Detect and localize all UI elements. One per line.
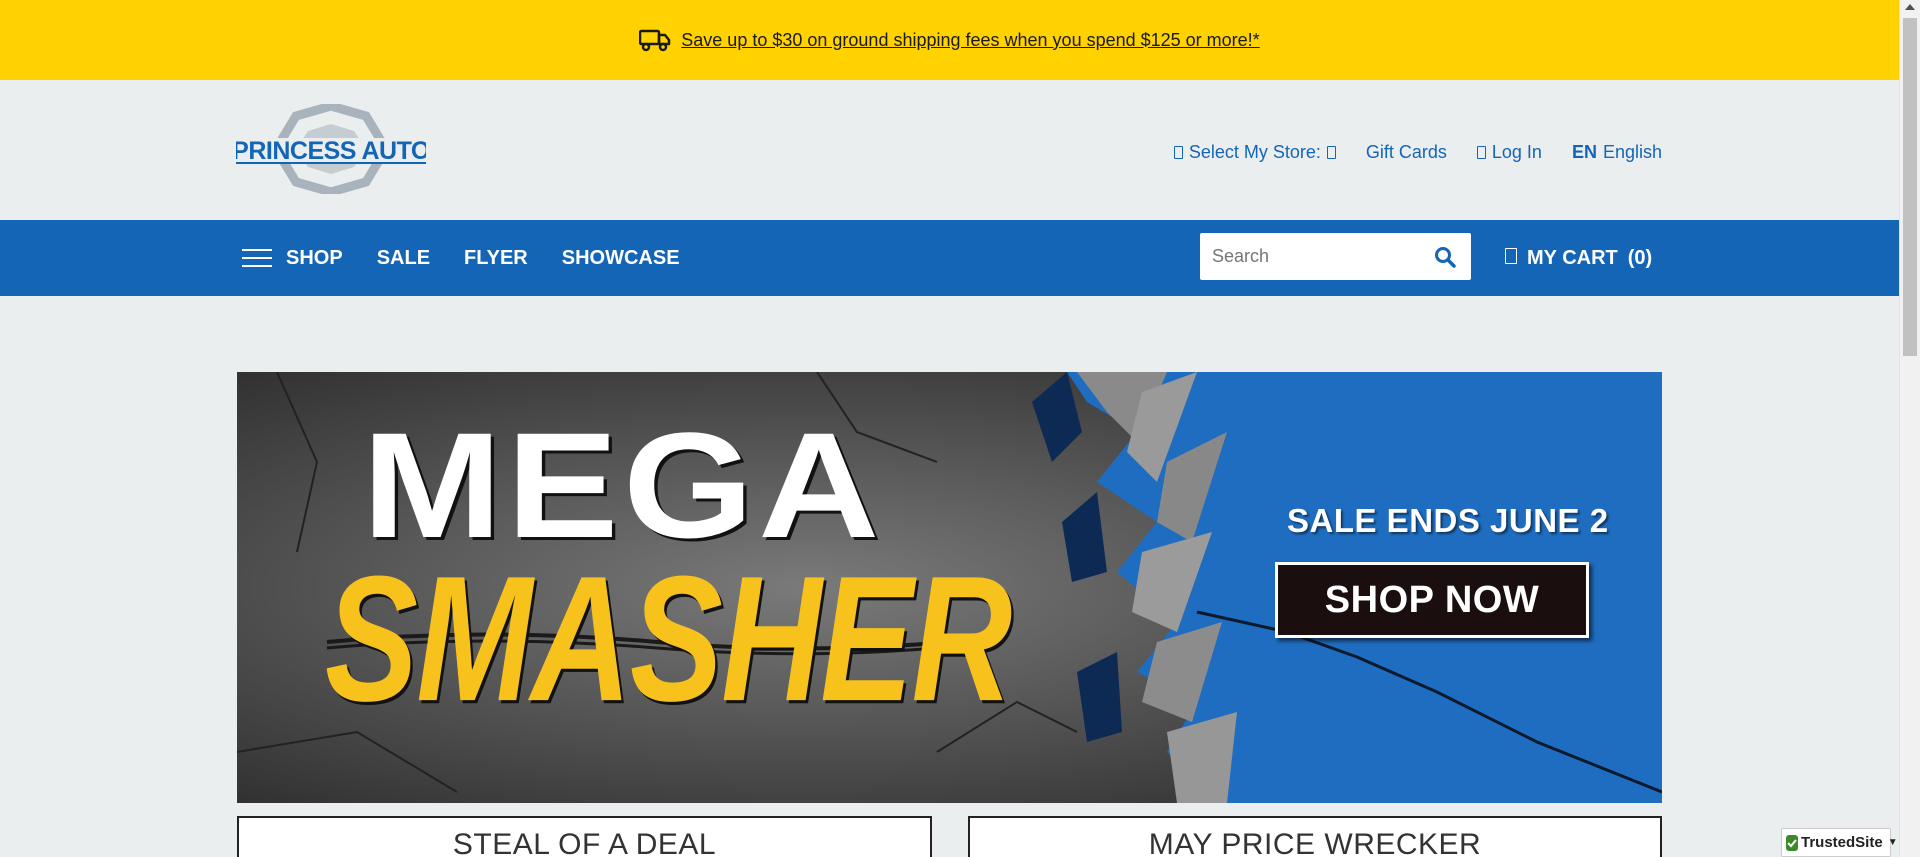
checkmark-icon xyxy=(1786,834,1798,851)
cart-icon xyxy=(1505,248,1517,264)
scrollbar-thumb[interactable] xyxy=(1903,18,1917,356)
chevron-down-icon xyxy=(1326,146,1336,159)
trustedsite-label: TrustedSite xyxy=(1801,834,1883,851)
promo-content: Save up to $30 on ground shipping fees w… xyxy=(639,28,1260,52)
store-icon xyxy=(1173,146,1183,159)
trustedsite-badge[interactable]: TrustedSite ▼ xyxy=(1781,828,1898,857)
promo-card-steal-of-a-deal[interactable]: STEAL OF A DEAL xyxy=(237,816,932,857)
sale-ends-text: SALE ENDS JUNE 2 xyxy=(1287,502,1609,539)
search-input[interactable] xyxy=(1200,233,1425,280)
promo-bar: Save up to $30 on ground shipping fees w… xyxy=(0,0,1899,80)
nav-shop-label: SHOP xyxy=(286,246,343,269)
hero-headline-bottom: SMASHER xyxy=(325,539,1012,739)
search-icon xyxy=(1435,246,1456,268)
lang-code: EN xyxy=(1571,142,1597,162)
select-store-label: Select My Store: xyxy=(1188,142,1321,162)
language-switch[interactable]: EN English xyxy=(1572,142,1662,163)
nav-links: SHOP SALE FLYER SHOWCASE xyxy=(242,220,680,296)
nav-showcase[interactable]: SHOWCASE xyxy=(562,247,680,270)
user-icon xyxy=(1476,146,1486,159)
hero-headline-top: MEGA xyxy=(362,401,884,569)
princess-auto-logo[interactable]: PRINCESS AUTO xyxy=(232,101,430,197)
caret-down-icon: ▼ xyxy=(1887,837,1898,848)
utility-nav: Select My Store: Gift Cards Log In EN En… xyxy=(1173,142,1662,163)
nav-shop[interactable]: SHOP xyxy=(242,247,343,270)
scroll-up-arrow-icon[interactable] xyxy=(1905,4,1915,10)
cart-count: (0) xyxy=(1627,246,1653,269)
logo-text: PRINCESS AUTO xyxy=(236,137,426,165)
nav-sale[interactable]: SALE xyxy=(377,247,430,270)
main-nav: SHOP SALE FLYER SHOWCASE MY CART (0) xyxy=(0,220,1899,296)
hamburger-menu-icon xyxy=(242,248,272,268)
login-label: Log In xyxy=(1491,142,1542,162)
login-link[interactable]: Log In xyxy=(1476,142,1542,163)
shipping-promo-link[interactable]: Save up to $30 on ground shipping fees w… xyxy=(681,30,1259,51)
cart-label: MY CART xyxy=(1527,246,1618,269)
select-store-link[interactable]: Select My Store: xyxy=(1173,142,1336,163)
gift-cards-link[interactable]: Gift Cards xyxy=(1366,142,1447,163)
cart-link[interactable]: MY CART (0) xyxy=(1505,220,1652,296)
search-box xyxy=(1200,233,1471,280)
promo-card-title: MAY PRICE WRECKER xyxy=(1148,828,1482,857)
nav-flyer[interactable]: FLYER xyxy=(464,247,528,270)
gift-cards-label: Gift Cards xyxy=(1365,142,1447,162)
truck-icon xyxy=(639,29,671,52)
lang-name: English xyxy=(1602,142,1662,162)
search-button[interactable] xyxy=(1425,233,1465,280)
hero-banner[interactable]: MEGA SMASHER SALE ENDS JUNE 2 SHOP NOW xyxy=(237,372,1662,803)
page-scrollbar[interactable] xyxy=(1899,0,1920,857)
promo-card-may-price-wrecker[interactable]: MAY PRICE WRECKER xyxy=(968,816,1662,857)
promo-card-title: STEAL OF A DEAL xyxy=(452,828,717,857)
shop-now-button[interactable]: SHOP NOW xyxy=(1275,562,1589,638)
site-header: PRINCESS AUTO Select My Store: Gift Card… xyxy=(0,80,1899,220)
